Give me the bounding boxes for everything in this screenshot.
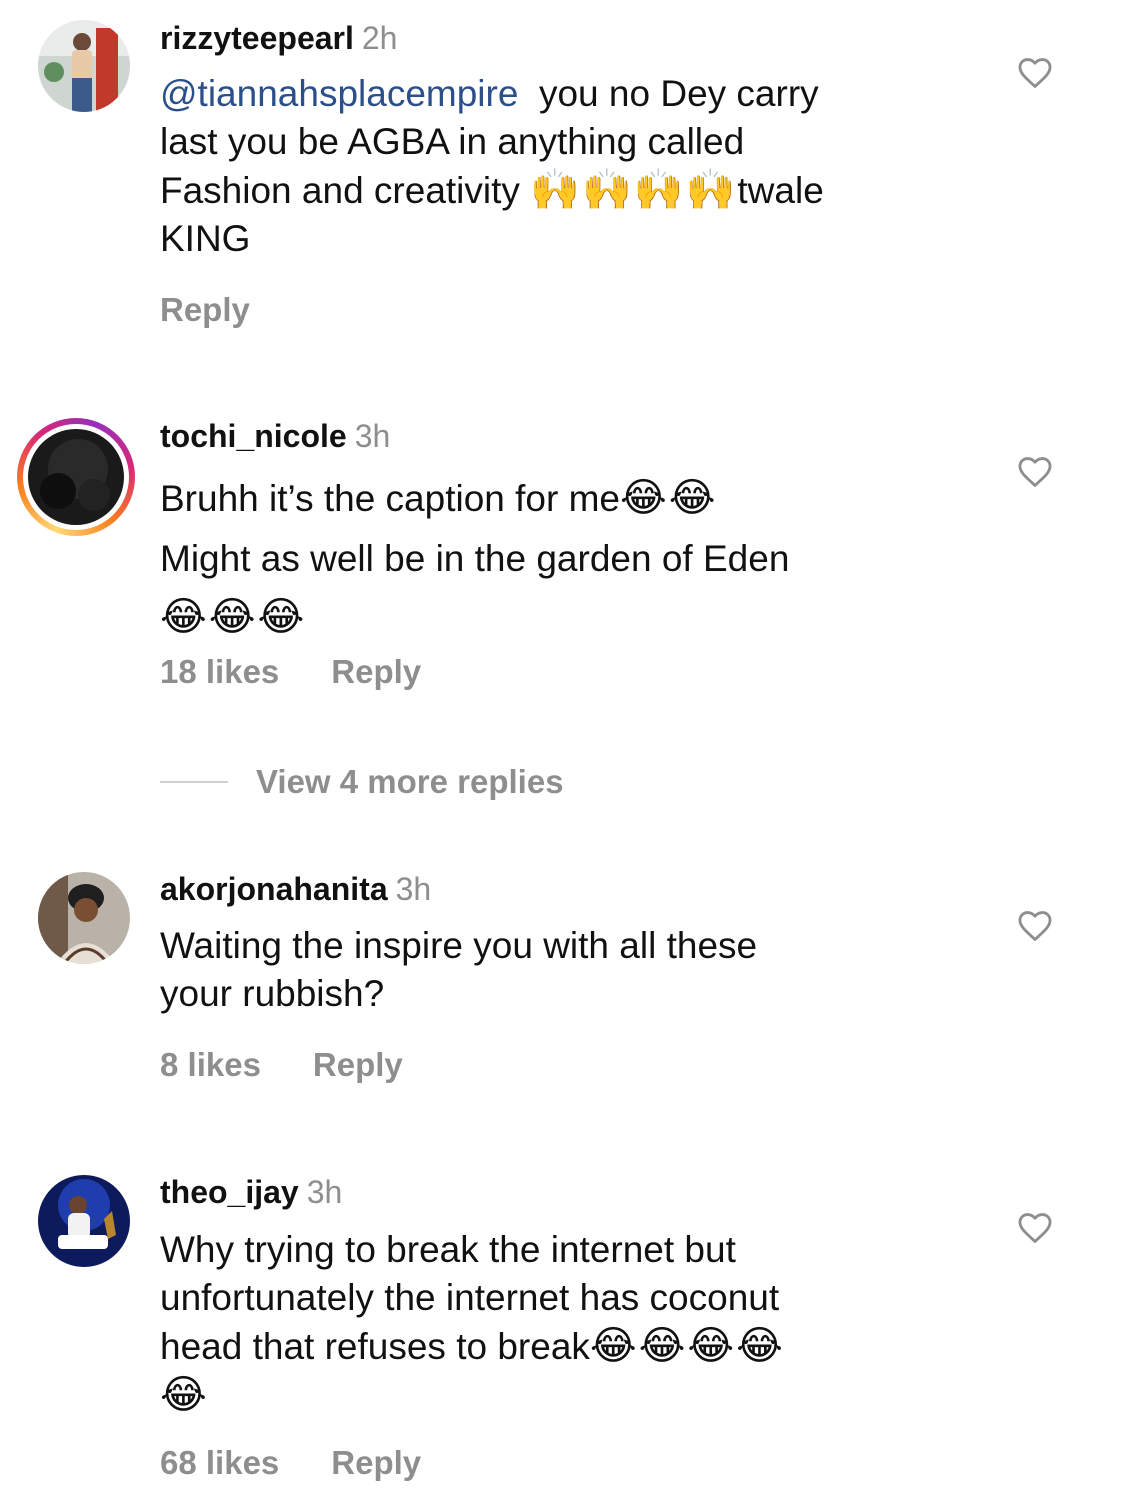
avatar xyxy=(28,429,124,525)
avatar[interactable] xyxy=(38,20,130,112)
reply-button[interactable]: Reply xyxy=(160,290,250,330)
comment-header: tochi_nicole 3h xyxy=(160,416,390,456)
comment-actions: 8 likes Reply xyxy=(160,1045,403,1085)
comment-actions: 18 likes Reply xyxy=(160,652,421,692)
comment-header: rizzyteepearl 2h xyxy=(160,18,397,58)
laughing-emoji: 😂😂😂😂 xyxy=(589,1323,785,1369)
heart-outline-icon[interactable] xyxy=(1016,907,1054,945)
username[interactable]: rizzyteepearl xyxy=(160,20,354,56)
comment-header: akorjonahanita 3h xyxy=(160,869,431,909)
comment-actions: Reply xyxy=(160,290,250,330)
reply-button[interactable]: Reply xyxy=(331,1443,421,1483)
comment-text: Waiting the inspire you with all these y… xyxy=(160,925,758,1014)
divider-line xyxy=(160,781,228,783)
avatar[interactable] xyxy=(38,872,130,964)
view-more-replies-label[interactable]: View 4 more replies xyxy=(256,763,564,801)
reply-button[interactable]: Reply xyxy=(313,1045,403,1085)
avatar-story-ring[interactable] xyxy=(17,418,135,536)
username[interactable]: akorjonahanita xyxy=(160,871,388,907)
timestamp: 3h xyxy=(395,871,432,907)
likes-count[interactable]: 68 likes xyxy=(160,1443,279,1483)
timestamp: 3h xyxy=(354,418,391,454)
timestamp: 3h xyxy=(306,1174,343,1210)
heart-outline-icon[interactable] xyxy=(1016,1209,1054,1247)
username[interactable]: theo_ijay xyxy=(160,1174,299,1210)
likes-count[interactable]: 8 likes xyxy=(160,1045,261,1085)
timestamp: 2h xyxy=(361,20,398,56)
raising-hands-emoji: 🙌🙌🙌🙌 xyxy=(530,167,738,213)
comment-text: Bruhh it’s the caption for me😂😂 Might as… xyxy=(160,475,790,640)
laughing-emoji: 😂😂😂 xyxy=(160,594,307,640)
laughing-emoji: 😂😂 xyxy=(620,475,718,521)
heart-outline-icon[interactable] xyxy=(1016,54,1054,92)
comment-actions: 68 likes Reply xyxy=(160,1443,421,1483)
laughing-emoji: 😂 xyxy=(160,1372,209,1418)
comment-header: theo_ijay 3h xyxy=(160,1172,342,1212)
comment-text: Why trying to break the internet but unf… xyxy=(160,1229,785,1418)
reply-button[interactable]: Reply xyxy=(331,652,421,692)
username[interactable]: tochi_nicole xyxy=(160,418,347,454)
comment-text: @tiannahsplacempire you no Dey carry las… xyxy=(160,73,824,259)
likes-count[interactable]: 18 likes xyxy=(160,652,279,692)
view-more-replies[interactable]: View 4 more replies xyxy=(160,762,564,802)
avatar[interactable] xyxy=(38,1175,130,1267)
heart-outline-icon[interactable] xyxy=(1016,453,1054,491)
mention-link[interactable]: @tiannahsplacempire xyxy=(160,73,518,114)
